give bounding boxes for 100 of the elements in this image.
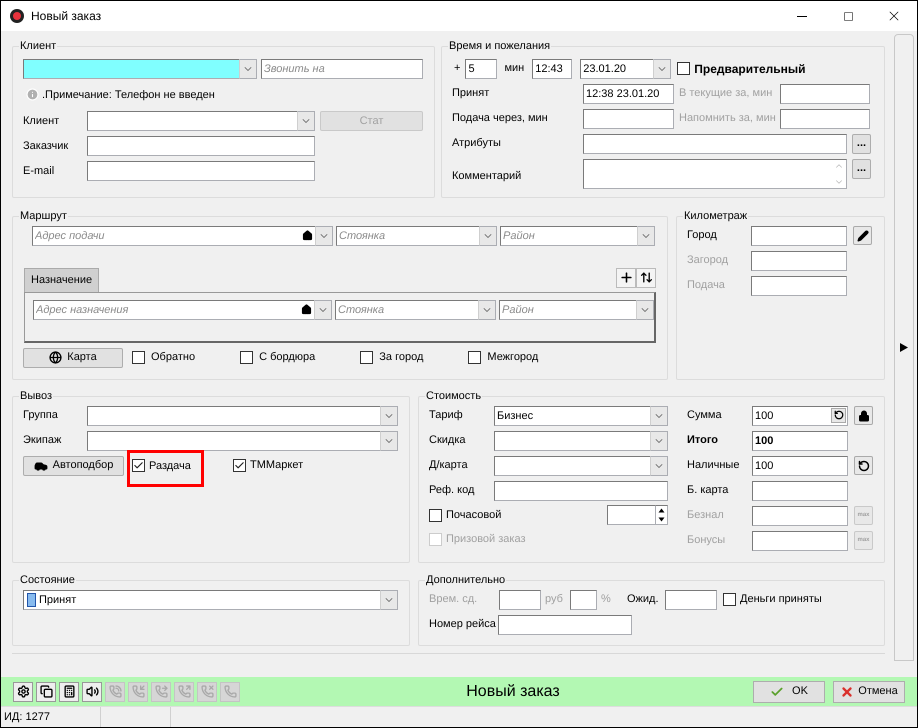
combo-box[interactable]: Бизнес <box>494 406 650 426</box>
phone-combo-box[interactable] <box>23 58 239 78</box>
text-field[interactable] <box>583 134 847 154</box>
field-label: Наличные <box>687 458 740 474</box>
text-field[interactable] <box>665 590 717 610</box>
cancel-button[interactable]: Отмена <box>833 680 905 702</box>
field-label: Группа <box>23 408 59 424</box>
dropdown-button[interactable] <box>478 300 496 320</box>
reset-icon <box>858 460 870 472</box>
field-label: Д/карта <box>429 458 469 474</box>
text-field[interactable] <box>583 108 674 128</box>
checkbox[interactable] <box>468 351 482 364</box>
checkbox[interactable] <box>233 459 246 472</box>
toolbar-button[interactable] <box>59 682 79 702</box>
combo-box[interactable]: Район <box>500 226 637 246</box>
dropdown-button[interactable] <box>636 300 654 320</box>
combo-box[interactable] <box>87 406 380 426</box>
date-picker[interactable]: 23.01.20 <box>580 58 654 78</box>
checkbox[interactable] <box>132 351 145 364</box>
field-label: Заказчик <box>23 138 70 154</box>
text-field[interactable]: 5 <box>465 58 498 78</box>
toolbar-button[interactable] <box>36 682 56 702</box>
swap-button[interactable] <box>636 268 656 288</box>
checkbox[interactable] <box>240 351 254 364</box>
text-field[interactable] <box>751 226 847 246</box>
spin-field[interactable] <box>607 505 655 525</box>
combo-box[interactable] <box>494 430 650 450</box>
reset-icon <box>834 410 844 420</box>
checkbox[interactable] <box>677 62 690 75</box>
checkbox[interactable] <box>429 508 442 522</box>
text-field[interactable] <box>494 480 668 500</box>
checkbox-label: За город <box>379 350 424 366</box>
home-button[interactable] <box>299 226 315 246</box>
more-button[interactable]: ... <box>852 134 871 154</box>
group-title: Состояние <box>20 574 75 586</box>
comment-field[interactable] <box>583 158 847 188</box>
text-field[interactable]: 12:38 23.01.20 <box>583 84 674 104</box>
dropdown-button[interactable] <box>380 590 398 610</box>
text-field[interactable] <box>87 136 315 156</box>
state-combo-box[interactable]: Принят <box>23 590 380 610</box>
text-field[interactable]: 100 <box>752 456 848 476</box>
text-field[interactable]: 12:43 <box>532 58 572 78</box>
dropdown-button[interactable] <box>650 430 668 450</box>
combo-box[interactable] <box>87 430 380 450</box>
combo-box[interactable]: Стоянка <box>335 300 478 320</box>
ok-button[interactable]: OK <box>753 680 825 702</box>
calculator-icon <box>62 685 76 698</box>
phone-icon <box>224 685 236 698</box>
combo-box[interactable]: Стоянка <box>336 226 479 246</box>
field-label: Б. карта <box>687 483 730 498</box>
dropdown-button[interactable] <box>653 58 672 78</box>
checkbox[interactable] <box>132 459 145 472</box>
combo-box[interactable] <box>87 111 297 131</box>
tab[interactable]: Назначение <box>24 268 100 292</box>
text-field[interactable]: 100 <box>752 430 848 450</box>
reset-button[interactable] <box>854 456 873 475</box>
checkbox[interactable] <box>723 593 736 606</box>
text-field[interactable] <box>570 590 597 610</box>
checkbox[interactable] <box>360 351 374 364</box>
add-button[interactable] <box>616 268 636 288</box>
home-button[interactable] <box>298 300 314 320</box>
speaker-icon <box>86 685 98 698</box>
dropdown-button[interactable] <box>637 226 655 246</box>
toolbar-button[interactable] <box>82 682 102 702</box>
field-label: Реф. код <box>429 483 476 498</box>
toolbar-button[interactable] <box>13 682 33 702</box>
checkbox-label: Обратно <box>151 350 196 366</box>
dropdown-button[interactable] <box>650 456 668 476</box>
text-field[interactable]: Звонить на <box>261 58 423 78</box>
combo-box[interactable] <box>494 456 650 476</box>
text-field[interactable] <box>87 161 315 181</box>
dropdown-button[interactable] <box>380 430 398 450</box>
dropdown-button[interactable] <box>479 226 497 246</box>
dropdown-button[interactable] <box>380 406 398 426</box>
lock-button[interactable] <box>854 406 873 425</box>
text-field[interactable] <box>780 84 870 104</box>
dropdown-button[interactable] <box>650 406 668 426</box>
text-field[interactable] <box>498 614 632 634</box>
field-label: Тариф <box>429 408 464 424</box>
dropdown-button[interactable] <box>297 111 315 131</box>
combo-box[interactable]: Район <box>499 300 636 320</box>
auto-select-button[interactable]: Автоподбор <box>23 456 124 476</box>
text-field[interactable] <box>499 590 541 610</box>
expand-arrow-icon[interactable] <box>900 343 908 352</box>
swap-icon <box>640 271 652 284</box>
text-field[interactable] <box>751 276 847 296</box>
reset-button[interactable] <box>831 408 846 422</box>
map-button[interactable]: Карта <box>23 348 123 368</box>
text-field[interactable] <box>780 108 870 128</box>
more-button[interactable]: ... <box>852 158 871 178</box>
text-field[interactable] <box>752 480 848 500</box>
field-label: Скидка <box>429 433 466 448</box>
text-field[interactable] <box>751 250 847 270</box>
spin-button[interactable] <box>655 505 668 525</box>
dropdown-button[interactable] <box>239 58 257 78</box>
info-icon <box>26 88 39 102</box>
text-field[interactable] <box>752 506 848 526</box>
edit-button[interactable] <box>853 226 872 245</box>
group-title: Стоимость <box>426 390 482 402</box>
text-field[interactable] <box>752 530 848 550</box>
